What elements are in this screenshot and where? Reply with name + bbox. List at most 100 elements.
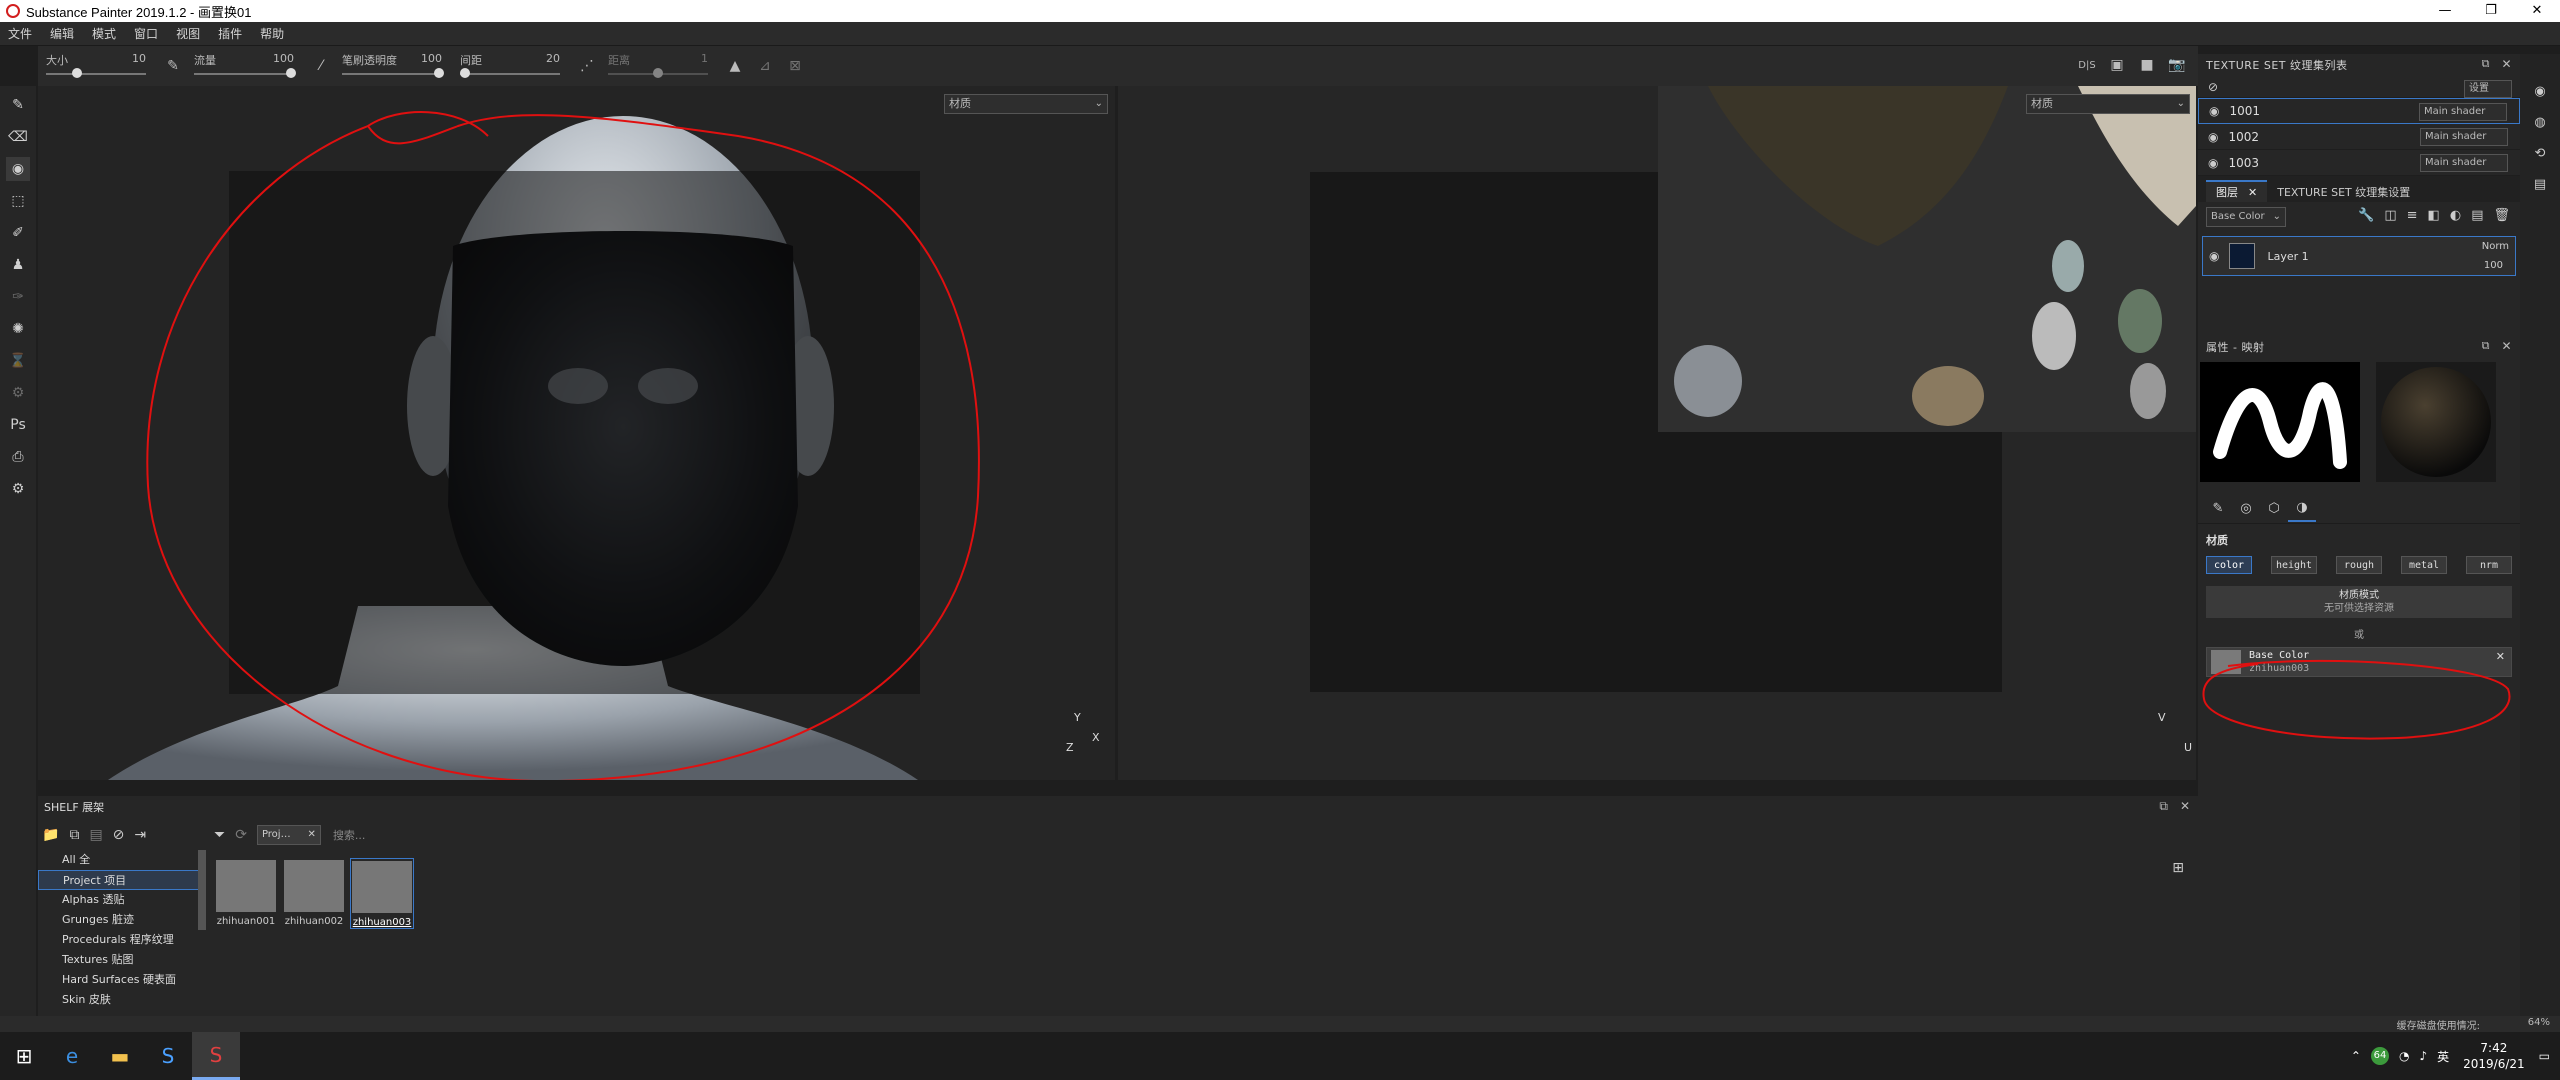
bake-icon[interactable]: ⌛ bbox=[6, 349, 30, 373]
export-icon[interactable]: ⎙ bbox=[6, 445, 30, 469]
panel-float-icon[interactable]: ⧉ bbox=[2159, 799, 2168, 814]
spacing-slider[interactable]: 间距 20 bbox=[460, 46, 560, 86]
hide-icon[interactable]: ⊘ bbox=[113, 827, 125, 843]
stencil-tab-icon[interactable]: ⬡ bbox=[2260, 496, 2288, 522]
display-mode-icon[interactable]: D|S bbox=[2078, 56, 2096, 74]
texture-set-row[interactable]: ◉ 1003 Main shader bbox=[2198, 150, 2520, 176]
panel-float-icon[interactable]: ⧉ bbox=[2482, 57, 2490, 71]
minimize-button[interactable]: — bbox=[2422, 0, 2468, 22]
add-fill-layer-icon[interactable]: ◧ bbox=[2428, 208, 2440, 223]
layer-row[interactable]: ◉ Layer 1 Norm 100 bbox=[2202, 236, 2516, 276]
battery-badge[interactable]: 64 bbox=[2370, 1047, 2389, 1065]
panel-float-icon[interactable]: ⧉ bbox=[2482, 339, 2490, 353]
maximize-button[interactable]: ❐ bbox=[2468, 0, 2514, 22]
opacity-pen-icon[interactable]: ⁄ bbox=[312, 57, 330, 75]
size-slider-knob[interactable] bbox=[72, 68, 82, 78]
paint-brush-icon[interactable]: ✎ bbox=[6, 93, 30, 117]
shelf-item[interactable]: zhihuan001 bbox=[214, 858, 278, 929]
tab-texture-set-settings[interactable]: TEXTURE SET 纹理集设置 bbox=[2267, 180, 2420, 202]
shelf-search-input[interactable]: 搜索... bbox=[333, 827, 366, 843]
spacing-slider-knob[interactable] bbox=[460, 68, 470, 78]
eraser-icon[interactable]: ⌫ bbox=[6, 125, 30, 149]
shader-select[interactable]: Main shader bbox=[2420, 128, 2508, 146]
channel-color-toggle[interactable]: color bbox=[2206, 556, 2252, 574]
size-slider[interactable]: 大小 10 bbox=[46, 46, 146, 86]
material-mode-button[interactable]: 材质模式 无可供选择资源 bbox=[2206, 586, 2512, 618]
screenshot-icon[interactable]: 📷 bbox=[2168, 56, 2186, 74]
eye-icon[interactable]: ◉ bbox=[2209, 104, 2219, 118]
opacity-slider-knob[interactable] bbox=[434, 68, 444, 78]
grid-view-icon[interactable]: ⊞ bbox=[2172, 860, 2184, 876]
viewport-3d[interactable]: 材质 ⌄ Y Z X bbox=[38, 86, 1115, 780]
material-picker-icon[interactable]: ✑ bbox=[6, 285, 30, 309]
menu-mode[interactable]: 模式 bbox=[92, 25, 116, 42]
shelf-category-item[interactable]: Hard Surfaces 硬表面 bbox=[38, 970, 200, 990]
add-folder-icon[interactable]: ▤ bbox=[2471, 208, 2483, 223]
menu-help[interactable]: 帮助 bbox=[260, 25, 284, 42]
brush-tab-icon[interactable]: ✎ bbox=[2204, 496, 2232, 522]
cube-view-icon[interactable]: ▣ bbox=[2108, 56, 2126, 74]
texture-set-settings-button[interactable]: 设置 bbox=[2464, 80, 2512, 98]
shelf-scrollbar[interactable] bbox=[198, 850, 206, 930]
viewport-2d-channel-select[interactable]: 材质 ⌄ bbox=[2026, 94, 2190, 114]
channel-select[interactable]: Base Color ⌄ bbox=[2206, 207, 2286, 227]
volume-icon[interactable]: ♪ bbox=[2419, 1049, 2427, 1063]
eye-icon[interactable]: ◉ bbox=[2208, 130, 2218, 144]
eye-icon[interactable]: ◉ bbox=[2208, 156, 2218, 170]
network-icon[interactable]: ◔ bbox=[2399, 1049, 2409, 1063]
display-settings-icon[interactable]: ◉ bbox=[2534, 84, 2545, 99]
import-icon[interactable]: ⇥ bbox=[134, 827, 146, 843]
clock[interactable]: 7:42 2019/6/21 bbox=[2463, 1040, 2525, 1072]
layer-visibility-icon[interactable]: ◉ bbox=[2209, 249, 2219, 263]
shelf-item[interactable]: zhihuan003 bbox=[350, 858, 414, 929]
shelf-category-item[interactable]: Project 项目 bbox=[38, 870, 200, 890]
shader-select[interactable]: Main shader bbox=[2420, 154, 2508, 172]
texture-set-row[interactable]: ◉ 1002 Main shader bbox=[2198, 124, 2520, 150]
file-explorer-icon[interactable]: ▬ bbox=[96, 1032, 144, 1080]
brush-pressure-icon[interactable]: ✎ bbox=[164, 57, 182, 75]
symmetry-axis-icon[interactable]: ⊠ bbox=[786, 57, 804, 75]
substance-designer-icon[interactable]: S bbox=[144, 1032, 192, 1080]
menu-view[interactable]: 视图 bbox=[176, 25, 200, 42]
shelf-category-item[interactable]: Procedurals 程序纹理 bbox=[38, 930, 200, 950]
shader-settings-icon[interactable]: ◍ bbox=[2534, 115, 2545, 130]
filter-chip[interactable]: Proj… ✕ bbox=[256, 825, 321, 845]
menu-file[interactable]: 文件 bbox=[8, 25, 32, 42]
shelf-category-item[interactable]: Grunges 脏迹 bbox=[38, 910, 200, 930]
delete-layer-icon[interactable]: 🗑 bbox=[2493, 208, 2510, 223]
log-icon[interactable]: ▤ bbox=[2534, 177, 2546, 192]
shelf-category-item[interactable]: Alphas 透贴 bbox=[38, 890, 200, 910]
particle-icon[interactable]: ✺ bbox=[6, 317, 30, 341]
settings-icon[interactable]: ⚙ bbox=[6, 477, 30, 501]
filter-icon[interactable]: ⏷ bbox=[214, 827, 225, 843]
flow-slider[interactable]: 流量 100 bbox=[194, 46, 296, 86]
channel-nrm-toggle[interactable]: nrm bbox=[2466, 556, 2512, 574]
channel-rough-toggle[interactable]: rough bbox=[2336, 556, 2382, 574]
render-icon[interactable]: ⚙ bbox=[6, 381, 30, 405]
shelf-list-icon[interactable]: ▤ bbox=[89, 827, 102, 843]
add-mask-icon[interactable]: ◫ bbox=[2384, 208, 2396, 223]
opacity-slider[interactable]: 笔刷透明度 100 bbox=[342, 46, 444, 86]
panel-close-icon[interactable]: ✕ bbox=[2501, 339, 2512, 353]
shelf-item[interactable]: zhihuan002 bbox=[282, 858, 346, 929]
menu-edit[interactable]: 编辑 bbox=[50, 25, 74, 42]
geometry-mask-icon[interactable]: ⬚ bbox=[6, 189, 30, 213]
distance-slider[interactable]: 距离 1 bbox=[608, 46, 708, 86]
lazy-mouse-icon[interactable]: ⋰ bbox=[578, 57, 596, 75]
panel-close-icon[interactable]: ✕ bbox=[2180, 799, 2190, 813]
new-shelf-icon[interactable]: ⧉ bbox=[69, 827, 79, 843]
tray-expand-icon[interactable]: ⌃ bbox=[2351, 1049, 2361, 1063]
projection-icon[interactable]: ◉ bbox=[6, 157, 30, 181]
symmetry-mirror-icon[interactable]: ⊿ bbox=[756, 57, 774, 75]
camera-view-icon[interactable]: ■ bbox=[2138, 56, 2156, 74]
add-layer-icon[interactable]: ≡ bbox=[2407, 208, 2418, 223]
menu-window[interactable]: 窗口 bbox=[134, 25, 158, 42]
symmetry-icon[interactable]: ▲ bbox=[726, 57, 744, 75]
smudge-icon[interactable]: ✐ bbox=[6, 221, 30, 245]
layer-opacity[interactable]: 100 bbox=[2484, 260, 2503, 271]
notification-icon[interactable]: ▭ bbox=[2539, 1049, 2550, 1063]
folder-icon[interactable]: 📁 bbox=[42, 827, 59, 843]
shader-select[interactable]: Main shader bbox=[2419, 103, 2507, 121]
history-icon[interactable]: ⟲ bbox=[2535, 146, 2546, 161]
viewport-3d-channel-select[interactable]: 材质 ⌄ bbox=[944, 94, 1108, 114]
